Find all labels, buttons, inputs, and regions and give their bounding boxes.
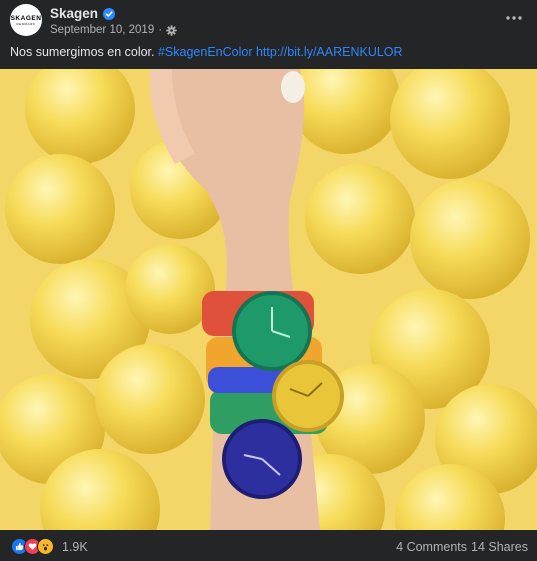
facebook-post: SKAGEN DENMARK Skagen September 10, 2019… (0, 0, 537, 561)
page-name-link[interactable]: Skagen (50, 6, 98, 21)
post-meta: September 10, 2019 · (50, 24, 177, 36)
more-options-button[interactable] (503, 10, 525, 26)
avatar[interactable]: SKAGEN DENMARK (10, 4, 42, 36)
reaction-icons[interactable] (11, 538, 54, 555)
shares-count-link[interactable]: 14 Shares (471, 540, 528, 554)
hashtag-link[interactable]: #SkagenEnColor (158, 45, 253, 59)
more-horizontal-icon (506, 16, 522, 20)
verified-badge-icon (103, 7, 116, 20)
avatar-sub-text: DENMARK (16, 21, 36, 26)
post-photo[interactable] (0, 69, 537, 530)
post-date[interactable]: September 10, 2019 (50, 24, 154, 36)
post-caption: Nos sumergimos en color. #SkagenEnColor … (10, 45, 403, 59)
gear-icon[interactable] (166, 24, 177, 36)
post-header: SKAGEN DENMARK Skagen September 10, 2019… (0, 0, 537, 40)
reactions-bar: 1.9K 4 Comments 14 Shares (0, 530, 537, 561)
comments-count-link[interactable]: 4 Comments (396, 540, 467, 554)
meta-separator: · (158, 24, 163, 36)
page-name-row: Skagen (50, 6, 116, 21)
caption-text: Nos sumergimos en color. (10, 45, 158, 59)
avatar-brand-text: SKAGEN (10, 14, 42, 22)
reaction-count[interactable]: 1.9K (62, 540, 88, 554)
wow-icon (37, 538, 54, 555)
url-link[interactable]: http://bit.ly/AARENKULOR (256, 45, 403, 59)
photo-illustration-icon (0, 69, 537, 530)
